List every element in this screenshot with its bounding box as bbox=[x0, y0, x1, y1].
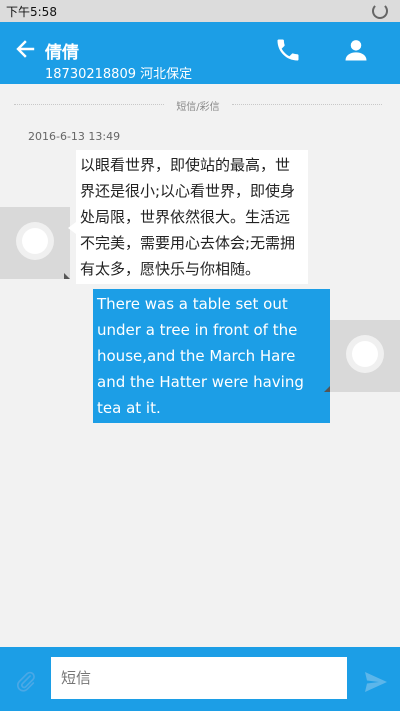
contact-avatar[interactable] bbox=[0, 207, 70, 279]
send-icon[interactable] bbox=[364, 671, 388, 693]
back-arrow-icon[interactable] bbox=[14, 38, 36, 60]
avatar-face bbox=[352, 341, 378, 367]
message-timestamp: 2016-6-13 13:49 bbox=[28, 130, 121, 143]
avatar-corner-marker bbox=[64, 273, 70, 279]
app-bar: 倩倩 18730218809 河北保定 bbox=[0, 22, 400, 84]
avatar-face bbox=[22, 228, 48, 254]
divider-line bbox=[232, 104, 382, 105]
person-icon[interactable] bbox=[342, 36, 370, 64]
compose-bar bbox=[0, 647, 400, 711]
contact-number-location: 18730218809 河北保定 bbox=[45, 67, 193, 82]
message-input[interactable] bbox=[51, 657, 347, 699]
phone-icon[interactable] bbox=[274, 36, 302, 64]
incoming-message-bubble[interactable]: 以眼看世界，即使站的最高，世界还是很小;以心看世界，即使身处局限，世界依然很大。… bbox=[68, 150, 308, 284]
contact-name: 倩倩 bbox=[45, 43, 79, 63]
attachment-icon[interactable] bbox=[15, 670, 37, 692]
outgoing-message-bubble[interactable]: There was a table set out under a tree i… bbox=[93, 289, 338, 423]
divider-label: 短信/彩信 bbox=[176, 102, 220, 113]
loading-icon bbox=[372, 3, 388, 19]
status-time: 下午5:58 bbox=[6, 5, 57, 19]
avatar-corner-marker bbox=[324, 386, 330, 392]
status-bar: 下午5:58 bbox=[0, 0, 400, 22]
message-type-divider: 短信/彩信 bbox=[14, 98, 382, 113]
my-avatar[interactable] bbox=[324, 320, 400, 392]
